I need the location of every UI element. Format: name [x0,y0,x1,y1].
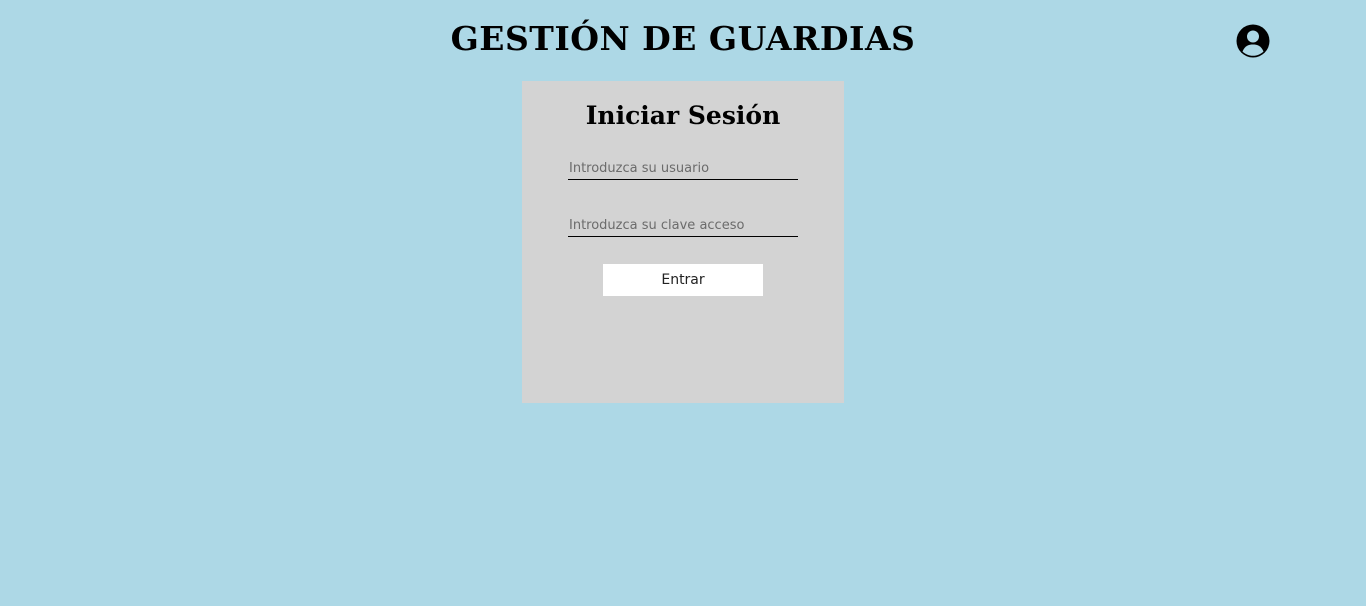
user-account-icon[interactable] [1236,24,1270,58]
login-title: Iniciar Sesión [585,101,781,130]
password-input[interactable] [568,215,798,237]
username-input[interactable] [568,158,798,180]
user-circle-icon [1236,24,1270,58]
app-title: GESTIÓN DE GUARDIAS [450,19,916,58]
login-button[interactable]: Entrar [603,264,763,296]
